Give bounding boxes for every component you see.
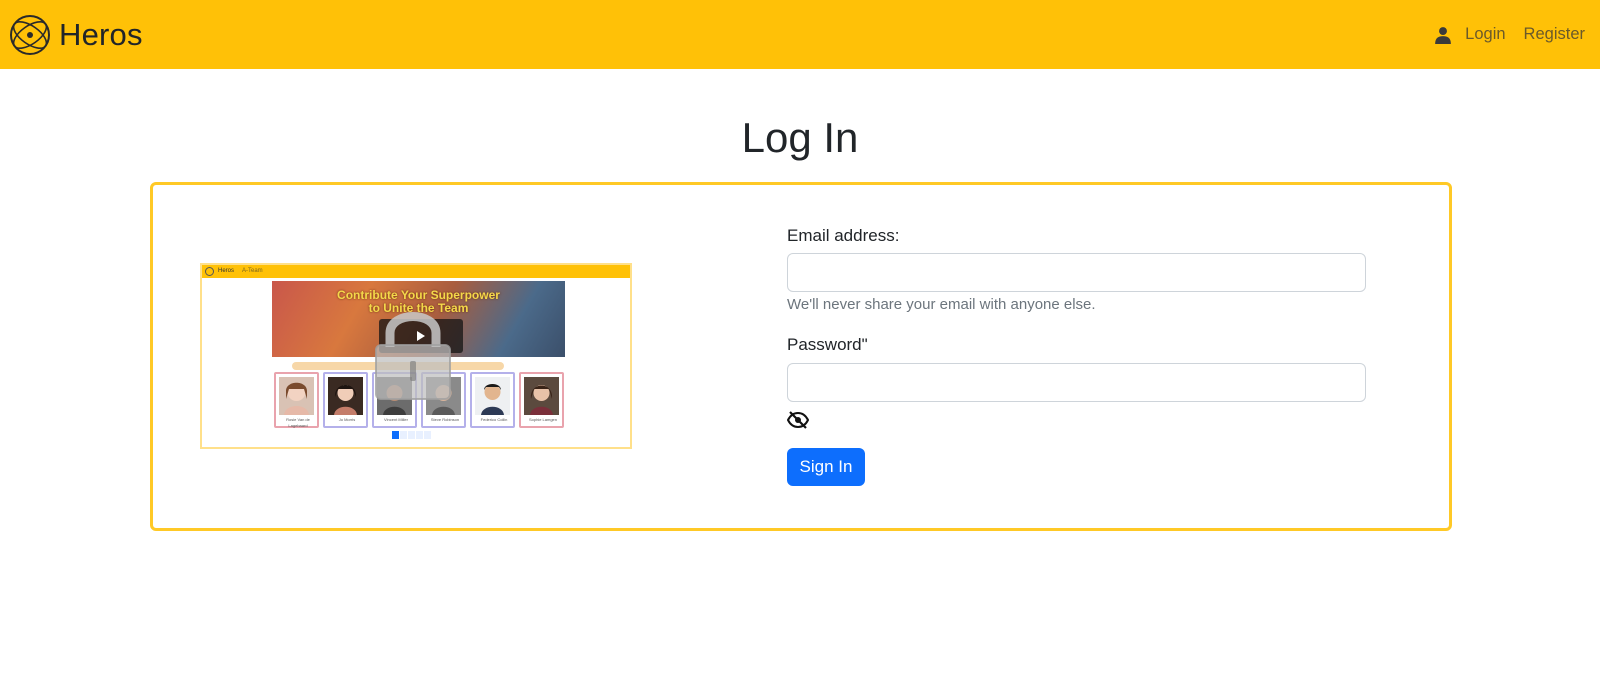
- preview-card-name: Steve Robinson: [430, 417, 460, 422]
- preview-brand: Heros: [218, 268, 235, 274]
- page-title: Log In: [741, 114, 859, 161]
- preview-card: Federico Collin: [470, 372, 515, 428]
- sign-in-button[interactable]: Sign In: [787, 448, 865, 486]
- preview-card: Jo Morris: [323, 372, 368, 428]
- preview-page: [400, 431, 407, 439]
- preview-photo: [328, 377, 363, 415]
- preview-photo: [524, 377, 559, 415]
- preview-card: Rosie Van de Lagebaard: [274, 372, 319, 428]
- preview-logo-icon: [205, 267, 214, 276]
- top-navbar: Heros Login Register: [0, 0, 1600, 69]
- preview-card: Sophie Lamgen: [519, 372, 564, 428]
- brand-name: Heros: [59, 16, 143, 52]
- preview-team: A-Team: [242, 268, 263, 274]
- email-help-text: We'll never share your email with anyone…: [787, 296, 1096, 313]
- app-preview-image: Heros A-Team Contribute Your Superpower …: [200, 263, 632, 449]
- preview-navbar: Heros A-Team: [202, 265, 630, 278]
- preview-card-name: Sophie Lamgen: [528, 417, 558, 422]
- password-label: Password": [787, 335, 868, 354]
- preview-pagination: [392, 431, 437, 439]
- preview-banner-line1: Contribute Your Superpower: [337, 288, 500, 302]
- register-link[interactable]: Register: [1524, 25, 1585, 44]
- preview-page: [408, 431, 415, 439]
- preview-page: [416, 431, 423, 439]
- preview-photo: [279, 377, 314, 415]
- preview-card-name: Federico Collin: [480, 417, 508, 422]
- preview-photo: [475, 377, 510, 415]
- atom-globe-icon: [10, 14, 50, 55]
- password-field[interactable]: [787, 363, 1366, 402]
- email-field[interactable]: [787, 253, 1366, 292]
- brand-link[interactable]: Heros: [9, 14, 143, 56]
- preview-page: [392, 431, 399, 439]
- login-link[interactable]: Login: [1465, 25, 1505, 44]
- preview-page: [424, 431, 431, 439]
- lock-icon: [375, 312, 451, 400]
- preview-card-name: Rosie Van de Lagebaard: [286, 417, 310, 428]
- preview-card-name: Jo Morris: [338, 417, 356, 422]
- nav-right: Login Register: [1434, 0, 1585, 69]
- eye-slash-icon[interactable]: [787, 411, 809, 429]
- preview-card-name: Vincent Miller: [384, 417, 408, 422]
- user-icon: [1435, 26, 1452, 44]
- email-label: Email address:: [787, 226, 900, 245]
